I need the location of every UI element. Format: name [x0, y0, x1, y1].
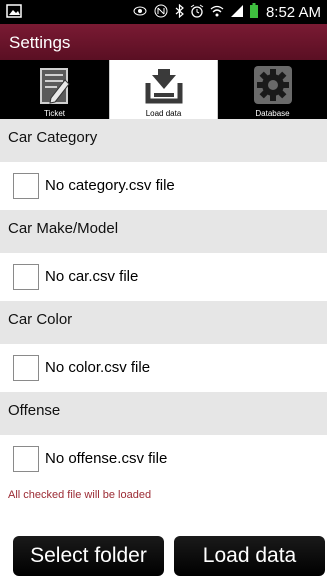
row-label: No category.csv file — [45, 177, 175, 194]
tab-database[interactable]: Database — [218, 60, 327, 119]
tab-label: Database — [255, 109, 290, 118]
checkbox-offense[interactable] — [13, 446, 39, 472]
select-folder-button[interactable]: Select folder — [13, 536, 164, 576]
battery-icon — [249, 3, 258, 21]
status-icons: 8:52 AM — [133, 2, 321, 22]
tab-bar: Ticket Load data Database — [0, 60, 327, 119]
row-label: No color.csv file — [45, 359, 151, 376]
bluetooth-icon — [175, 3, 184, 21]
load-note: All checked file will be loaded — [8, 489, 152, 501]
wifi-icon — [210, 4, 224, 21]
load-data-list: Car Category No category.csv file Car Ma… — [0, 119, 327, 483]
list-item[interactable]: No car.csv file — [0, 253, 327, 301]
list-item[interactable]: No color.csv file — [0, 344, 327, 392]
checkbox-color[interactable] — [13, 355, 39, 381]
section-header-offense: Offense — [0, 392, 327, 435]
section-header-car-make-model: Car Make/Model — [0, 210, 327, 253]
status-bar: 8:52 AM — [0, 0, 327, 24]
nfc-icon — [153, 4, 169, 21]
alarm-icon — [190, 4, 204, 21]
tab-label: Ticket — [43, 109, 66, 118]
load-data-button[interactable]: Load data — [174, 536, 325, 576]
tab-ticket[interactable]: Ticket — [0, 60, 109, 119]
eye-icon — [133, 5, 147, 20]
checkbox-category[interactable] — [13, 173, 39, 199]
tab-load-data[interactable]: Load data — [109, 60, 218, 119]
checkbox-car[interactable] — [13, 264, 39, 290]
screen: 8:52 AM Settings Ticket Load data Databa… — [0, 0, 327, 582]
signal-icon — [230, 4, 244, 21]
section-header-car-category: Car Category — [0, 119, 327, 162]
section-header-car-color: Car Color — [0, 301, 327, 344]
row-label: No offense.csv file — [45, 450, 168, 467]
bottom-actions: Select folder Load data — [0, 524, 327, 582]
list-item[interactable]: No offense.csv file — [0, 435, 327, 483]
list-item[interactable]: No category.csv file — [0, 162, 327, 210]
status-time: 8:52 AM — [265, 3, 321, 21]
tab-label: Load data — [145, 109, 182, 118]
page-title: Settings — [9, 33, 71, 52]
app-bar: Settings — [0, 24, 327, 60]
row-label: No car.csv file — [45, 268, 139, 285]
image-notification-icon — [6, 4, 22, 18]
